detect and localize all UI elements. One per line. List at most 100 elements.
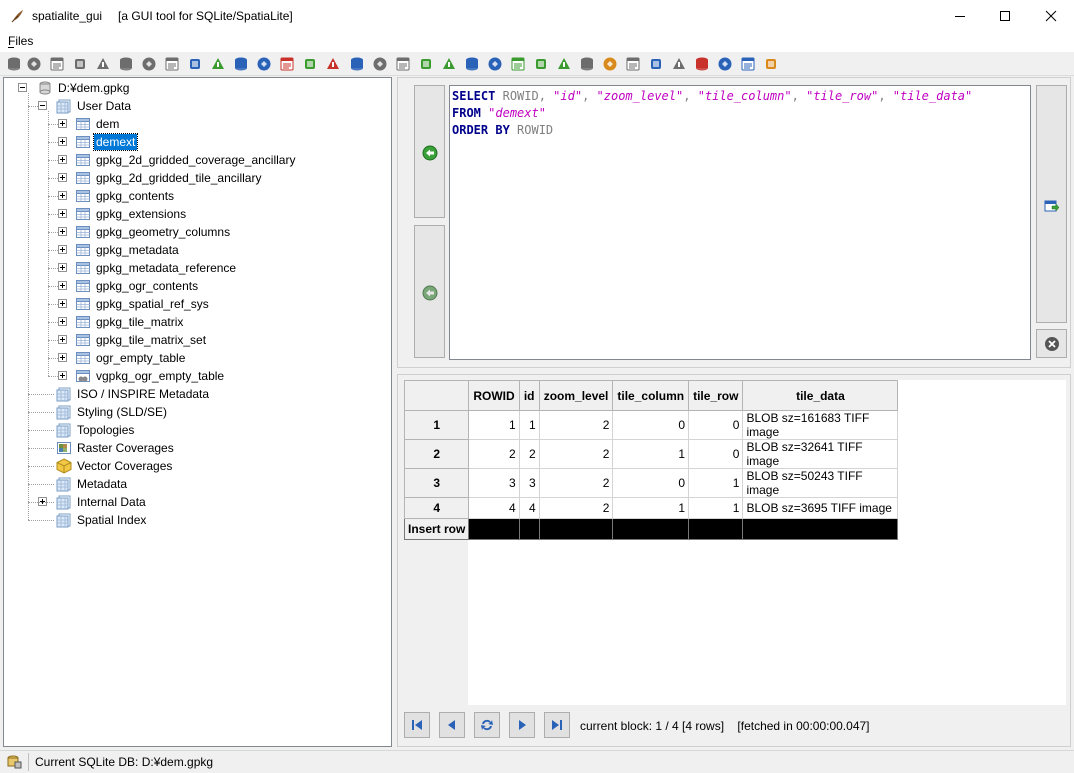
tree-table-gpkg-2d-gridded-tile-ancillary[interactable]: gpkg_2d_gridded_tile_ancillary <box>75 169 263 187</box>
previous-block-button[interactable] <box>439 712 465 738</box>
insert-cell[interactable] <box>688 518 744 540</box>
attach-db-icon[interactable] <box>464 56 480 72</box>
tree-table-dem[interactable]: dem <box>75 115 121 133</box>
grid-cell[interactable]: 3 <box>518 468 540 498</box>
expand-icon[interactable] <box>58 173 67 182</box>
tree-group-internal-data[interactable]: Internal Data <box>56 493 148 511</box>
query-composer-icon[interactable] <box>625 56 641 72</box>
column-header[interactable]: tile_data <box>742 380 899 411</box>
expand-icon[interactable] <box>58 227 67 236</box>
gps-icon[interactable] <box>349 56 365 72</box>
tree-table-gpkg-metadata[interactable]: gpkg_metadata <box>75 241 181 259</box>
detach-db-icon[interactable] <box>487 56 503 72</box>
collapse-icon[interactable] <box>38 101 47 110</box>
virtual-shp-icon[interactable] <box>187 56 203 72</box>
grid-cell[interactable]: 0 <box>688 439 744 469</box>
create-db-icon[interactable] <box>26 56 42 72</box>
connect-icon[interactable] <box>6 56 22 72</box>
column-header[interactable]: tile_column <box>612 380 690 411</box>
column-header[interactable]: zoom_level <box>538 380 614 411</box>
tree-root-db[interactable]: D:¥dem.gpkg <box>37 79 131 97</box>
virtual-dbf-icon[interactable] <box>233 56 249 72</box>
expand-icon[interactable] <box>58 191 67 200</box>
load-xl-icon[interactable] <box>279 56 295 72</box>
tree-table-gpkg-tile-matrix-set[interactable]: gpkg_tile_matrix_set <box>75 331 208 349</box>
sanitize-icon[interactable] <box>441 56 457 72</box>
close-window-button[interactable] <box>1028 0 1074 31</box>
minimize-button[interactable] <box>937 0 983 31</box>
expand-icon[interactable] <box>58 137 67 146</box>
virtual-csv-icon[interactable] <box>210 56 226 72</box>
grid-cell[interactable]: 1 <box>612 439 690 469</box>
grid-corner[interactable] <box>403 380 470 411</box>
column-header[interactable]: ROWID <box>468 380 520 411</box>
grid-cell[interactable]: 0 <box>612 468 690 498</box>
history-back-button[interactable] <box>414 85 445 218</box>
tree-group-iso-inspire-metadata[interactable]: ISO / INSPIRE Metadata <box>56 385 211 403</box>
help-icon[interactable] <box>717 56 733 72</box>
load-dxf-icon[interactable] <box>510 56 526 72</box>
tree-table-gpkg-spatial-ref-sys[interactable]: gpkg_spatial_ref_sys <box>75 295 211 313</box>
maximize-button[interactable] <box>982 0 1028 31</box>
exit-icon[interactable] <box>763 56 779 72</box>
expand-icon[interactable] <box>58 299 67 308</box>
row-header[interactable]: 1 <box>403 410 470 440</box>
tree-table-gpkg-extensions[interactable]: gpkg_extensions <box>75 205 188 223</box>
tree-table-gpkg-ogr-contents[interactable]: gpkg_ogr_contents <box>75 277 200 295</box>
grid-cell[interactable]: BLOB sz=50243 TIFF image <box>742 468 899 498</box>
grid-cell[interactable]: 1 <box>612 497 690 519</box>
check-geometry-icon[interactable] <box>418 56 434 72</box>
dump-dxf-icon[interactable] <box>533 56 549 72</box>
clear-sql-button[interactable] <box>1036 329 1067 358</box>
first-block-button[interactable] <box>404 712 430 738</box>
tree-table-ogr-empty-table[interactable]: ogr_empty_table <box>75 349 187 367</box>
grid-cell[interactable]: 2 <box>468 439 520 469</box>
grid-cell[interactable]: 0 <box>612 410 690 440</box>
row-header[interactable]: 4 <box>403 497 470 519</box>
tree-table-gpkg-tile-matrix[interactable]: gpkg_tile_matrix <box>75 313 185 331</box>
map-icon[interactable] <box>648 56 664 72</box>
srid-icon[interactable] <box>372 56 388 72</box>
load-shp-icon[interactable] <box>164 56 180 72</box>
export-icon[interactable] <box>579 56 595 72</box>
grid-cell[interactable]: 1 <box>688 497 744 519</box>
load-dbf-icon[interactable] <box>256 56 272 72</box>
grid-cell[interactable]: 3 <box>468 468 520 498</box>
menu-files[interactable]: Files <box>8 34 33 48</box>
tree-table-gpkg-metadata-reference[interactable]: gpkg_metadata_reference <box>75 259 238 277</box>
wms-icon[interactable] <box>694 56 710 72</box>
grid-cell[interactable]: BLOB sz=32641 TIFF image <box>742 439 899 469</box>
tree-group-metadata[interactable]: Metadata <box>56 475 129 493</box>
collapse-icon[interactable] <box>18 83 27 92</box>
grid-cell[interactable]: 4 <box>468 497 520 519</box>
expand-icon[interactable] <box>58 119 67 128</box>
history-forward-button[interactable] <box>414 225 445 358</box>
grid-cell[interactable]: 1 <box>518 410 540 440</box>
tree-group-vector-coverages[interactable]: Vector Coverages <box>56 457 174 475</box>
last-block-button[interactable] <box>544 712 570 738</box>
exif-icon[interactable] <box>325 56 341 72</box>
about-icon[interactable] <box>740 56 756 72</box>
import-icon[interactable] <box>602 56 618 72</box>
tree-group-styling-sld-se[interactable]: Styling (SLD/SE) <box>56 403 169 421</box>
tree-table-gpkg-2d-gridded-coverage-ancillary[interactable]: gpkg_2d_gridded_coverage_ancillary <box>75 151 297 169</box>
expand-icon[interactable] <box>58 371 67 380</box>
tree-group-spatial-index[interactable]: Spatial Index <box>56 511 148 529</box>
insert-row[interactable]: Insert row <box>403 518 899 540</box>
grid-cell[interactable]: 1 <box>468 410 520 440</box>
grid-cell[interactable]: 2 <box>518 439 540 469</box>
tree-table-gpkg-contents[interactable]: gpkg_contents <box>75 187 176 205</box>
insert-cell[interactable] <box>742 518 899 540</box>
column-header[interactable]: id <box>518 380 540 411</box>
grid-cell[interactable]: 0 <box>688 410 744 440</box>
disconnect-icon[interactable] <box>49 56 65 72</box>
refresh-button[interactable] <box>474 712 500 738</box>
tree-item-user-data[interactable]: User Data <box>56 97 133 115</box>
grid-cell[interactable]: 2 <box>538 468 614 498</box>
tree-table-demext[interactable]: demext <box>75 133 139 151</box>
style-icon[interactable] <box>671 56 687 72</box>
insert-cell[interactable] <box>468 518 520 540</box>
grid-cell[interactable]: 2 <box>538 497 614 519</box>
expand-icon[interactable] <box>58 335 67 344</box>
grid-cell[interactable]: 2 <box>538 410 614 440</box>
